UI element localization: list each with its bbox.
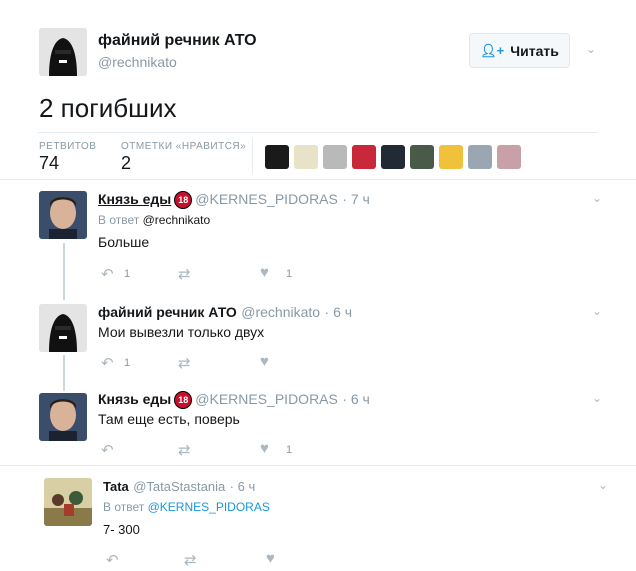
author-name[interactable]: Князь еды	[98, 191, 171, 207]
reply-icon[interactable]: ↶	[101, 441, 114, 459]
like-count: 1	[286, 444, 293, 456]
author-handle[interactable]: @KERNES_PIDORAS	[195, 191, 338, 207]
tweet-text: Мои вывезли только двух	[98, 324, 265, 340]
heart-icon[interactable]: ♥	[260, 440, 269, 457]
retweet-icon[interactable]: ⇄	[184, 551, 197, 569]
timestamp[interactable]: · 7 ч	[342, 191, 370, 207]
avatar[interactable]	[44, 478, 92, 526]
thread-line	[63, 355, 65, 391]
author-handle[interactable]: @TataStastania	[133, 479, 225, 494]
liker-avatar[interactable]	[381, 145, 405, 169]
chevron-down-icon[interactable]: ⌄	[586, 42, 596, 56]
divider	[0, 179, 636, 180]
reply-prefix: В ответ	[103, 500, 145, 514]
reply-icon[interactable]: ↶	[101, 354, 114, 372]
chevron-down-icon[interactable]: ⌄	[598, 478, 608, 492]
reply-prefix: В ответ	[98, 213, 140, 227]
author-name[interactable]: Tata	[103, 479, 129, 494]
reply-icon[interactable]: ↶	[101, 265, 114, 283]
tweet-text: Больше	[98, 234, 150, 250]
reply-to-handle[interactable]: @rechnikato	[143, 213, 211, 227]
follow-label: Читать	[510, 42, 559, 59]
author-handle[interactable]: @rechnikato	[241, 304, 320, 320]
avatar[interactable]	[39, 28, 87, 76]
avatar[interactable]	[39, 191, 87, 239]
divider	[252, 138, 253, 174]
divider	[0, 465, 636, 466]
retweet-icon[interactable]: ⇄	[178, 354, 191, 372]
chevron-down-icon[interactable]: ⌄	[592, 391, 602, 405]
liker-avatar[interactable]	[497, 145, 521, 169]
tweet-text: 7- 300	[103, 522, 140, 537]
timestamp[interactable]: · 6 ч	[325, 304, 353, 320]
reply-count: 1	[124, 357, 131, 369]
liker-avatar[interactable]	[294, 145, 318, 169]
avatar[interactable]	[39, 304, 87, 352]
author-handle[interactable]: @KERNES_PIDORAS	[195, 391, 338, 407]
heart-icon[interactable]: ♥	[260, 264, 269, 281]
retweets-label[interactable]: РЕТВИТОВ	[39, 141, 96, 152]
author-name[interactable]: файний речник АТО	[98, 32, 257, 50]
age-badge: 18	[174, 191, 193, 209]
tweet-header: файний речник АТО @rechnikato · 6 ч	[98, 304, 352, 322]
retweet-icon[interactable]: ⇄	[178, 265, 191, 283]
avatar[interactable]	[39, 393, 87, 441]
tweet-header: Князь еды 18 @KERNES_PIDORAS · 7 ч	[98, 191, 370, 209]
likes-label[interactable]: ОТМЕТКИ «НРАВИТСЯ»	[121, 141, 246, 152]
liker-avatar[interactable]	[410, 145, 434, 169]
thread-line	[63, 243, 65, 300]
heart-icon[interactable]: ♥	[266, 550, 275, 567]
follow-button[interactable]: 👤︎+ Читать	[469, 33, 570, 68]
tweet-text: 2 погибших	[39, 93, 177, 123]
liker-avatar[interactable]	[265, 145, 289, 169]
heart-icon[interactable]: ♥	[260, 353, 269, 370]
add-user-icon: 👤︎+	[480, 42, 505, 58]
likes-count[interactable]: 2	[121, 153, 131, 174]
tweet-header: Князь еды 18 @KERNES_PIDORAS · 6 ч	[98, 391, 370, 409]
timestamp[interactable]: · 6 ч	[230, 479, 256, 494]
retweets-count[interactable]: 74	[39, 153, 59, 174]
retweet-icon[interactable]: ⇄	[178, 441, 191, 459]
reply-to-handle[interactable]: @KERNES_PIDORAS	[148, 500, 270, 514]
reply-context: В ответ @KERNES_PIDORAS	[103, 500, 270, 514]
reply-context: В ответ @rechnikato	[98, 213, 210, 227]
liker-avatar[interactable]	[323, 145, 347, 169]
liker-avatar[interactable]	[352, 145, 376, 169]
author-name[interactable]: Князь еды	[98, 391, 171, 407]
timestamp[interactable]: · 6 ч	[342, 391, 370, 407]
author-name[interactable]: файний речник АТО	[98, 304, 237, 320]
like-count: 1	[286, 268, 293, 280]
tweet-text: Там еще есть, поверь	[98, 411, 240, 427]
tweet-header: Tata @TataStastania · 6 ч	[103, 478, 255, 496]
age-badge: 18	[174, 391, 193, 409]
liker-avatar[interactable]	[439, 145, 463, 169]
chevron-down-icon[interactable]: ⌄	[592, 304, 602, 318]
reply-count: 1	[124, 268, 131, 280]
chevron-down-icon[interactable]: ⌄	[592, 191, 602, 205]
author-handle[interactable]: @rechnikato	[98, 54, 177, 70]
reply-icon[interactable]: ↶	[106, 551, 119, 569]
divider	[38, 132, 598, 133]
liker-avatar[interactable]	[468, 145, 492, 169]
